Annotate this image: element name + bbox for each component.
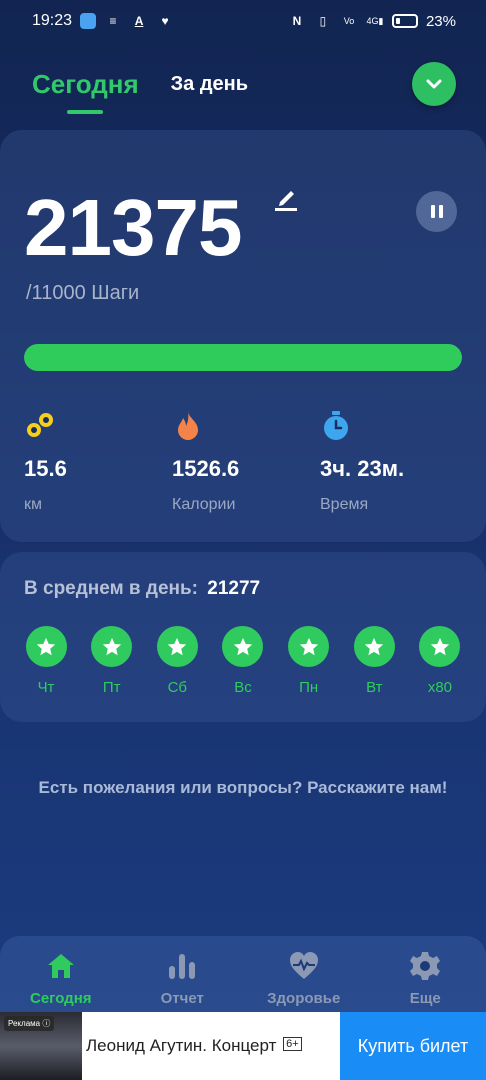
bottom-nav: Сегодня Отчет Здоровье Еще [0,936,486,1016]
day-label: x80 [427,679,453,696]
star-icon [288,626,330,667]
metric-time: 3ч. 23м. Время [320,410,404,514]
chevron-down-icon [426,79,442,89]
stopwatch-icon [324,411,348,440]
status-time: 19:23 [32,12,73,29]
edit-icon[interactable] [272,184,300,212]
distance-icon [27,413,53,437]
signal-4g-icon: 4G▮ [366,15,384,26]
heart-pulse-icon [289,952,318,979]
day-label: Сб [167,679,188,696]
text-a-icon: A [134,14,144,28]
distance-value: 15.6 [24,456,67,481]
bar-chart-icon [169,954,196,979]
distance-label: км [24,496,42,513]
tab-day[interactable]: За день [171,73,248,96]
time-value: 3ч. 23м. [320,456,405,481]
day-item[interactable]: Вс [221,626,265,696]
day-label: Чт [37,679,55,696]
top-tabs: Сегодня За день [32,58,456,114]
gear-icon [410,952,441,980]
day-item[interactable]: Пт [90,626,134,696]
steps-card: 21375 /11000 Шаги 15.6 км 1526.6 Калории [0,130,486,542]
average-card: В среднем в день: 21277 Чт Пт Сб Вс Пн В… [0,552,486,722]
app-icon [80,13,97,29]
flame-icon [178,412,198,440]
battery-icon [391,14,418,28]
ad-banner[interactable]: Реклама ⓘ Леонид Агутин. Концерт 6+ Купи… [0,1012,486,1080]
day-item[interactable]: x80 [418,626,462,696]
metric-distance: 15.6 км [24,410,67,514]
star-icon [419,626,461,667]
star-icon [91,626,133,667]
nav-more-label: Еще [409,990,441,1007]
nav-report[interactable]: Отчет [122,936,244,1016]
feedback-link[interactable]: Есть пожелания или вопросы? Расскажите н… [30,776,456,799]
calories-value: 1526.6 [172,456,240,481]
status-bar: 19:23 ≡ A ♥ N ▯ Vo 4G▮ 23% [0,0,486,42]
step-count: 21375 [24,183,242,272]
average-value: 21277 [207,578,261,599]
home-icon [47,954,74,978]
nfc-icon: N [292,14,302,28]
day-item[interactable]: Сб [155,626,199,696]
age-badge: 6+ [283,1037,302,1051]
heart-icon: ♥ [161,14,169,28]
ad-image: Реклама ⓘ [0,1012,82,1080]
pause-button[interactable] [416,191,457,232]
calories-label: Калории [172,496,236,513]
day-item[interactable]: Вт [352,626,396,696]
ad-badge: Реклама ⓘ [4,1016,55,1031]
metric-calories: 1526.6 Калории [172,410,239,514]
day-label: Пт [102,679,121,696]
nav-more[interactable]: Еще [365,936,486,1016]
nav-health[interactable]: Здоровье [243,936,365,1016]
volte-icon: Vo [343,16,355,26]
star-icon [25,626,67,667]
average-title: В среднем в день: 21277 [24,578,260,600]
day-label: Пн [299,679,319,696]
day-label: Вт [366,679,383,696]
star-icon [353,626,395,667]
day-stars-row: Чт Пт Сб Вс Пн Вт x80 [24,626,462,696]
nav-today-label: Сегодня [29,990,92,1007]
buy-ticket-button[interactable]: Купить билет [340,1012,486,1080]
steps-progress-bar [24,344,462,371]
pause-icon [430,205,435,218]
day-label: Вс [234,679,252,696]
battery-percent: 23% [425,12,456,30]
ad-text: Леонид Агутин. Концерт 6+ [82,1036,340,1056]
day-item[interactable]: Пн [287,626,331,696]
menu-lines-icon: ≡ [109,14,117,28]
star-icon [222,626,264,667]
steps-goal: /11000 Шаги [26,282,140,304]
dropdown-button[interactable] [412,62,456,106]
nav-report-label: Отчет [160,990,204,1007]
time-label: Время [320,496,369,513]
nav-health-label: Здоровье [267,990,341,1007]
vibrate-icon: ▯ [319,14,327,28]
tab-today[interactable]: Сегодня [32,69,139,114]
nav-today[interactable]: Сегодня [0,936,122,1016]
steps-progress-fill [24,344,462,371]
ad-title: Леонид Агутин. Концерт [86,1036,277,1055]
day-item[interactable]: Чт [24,626,68,696]
average-label: В среднем в день: [24,578,198,599]
star-icon [156,626,198,667]
